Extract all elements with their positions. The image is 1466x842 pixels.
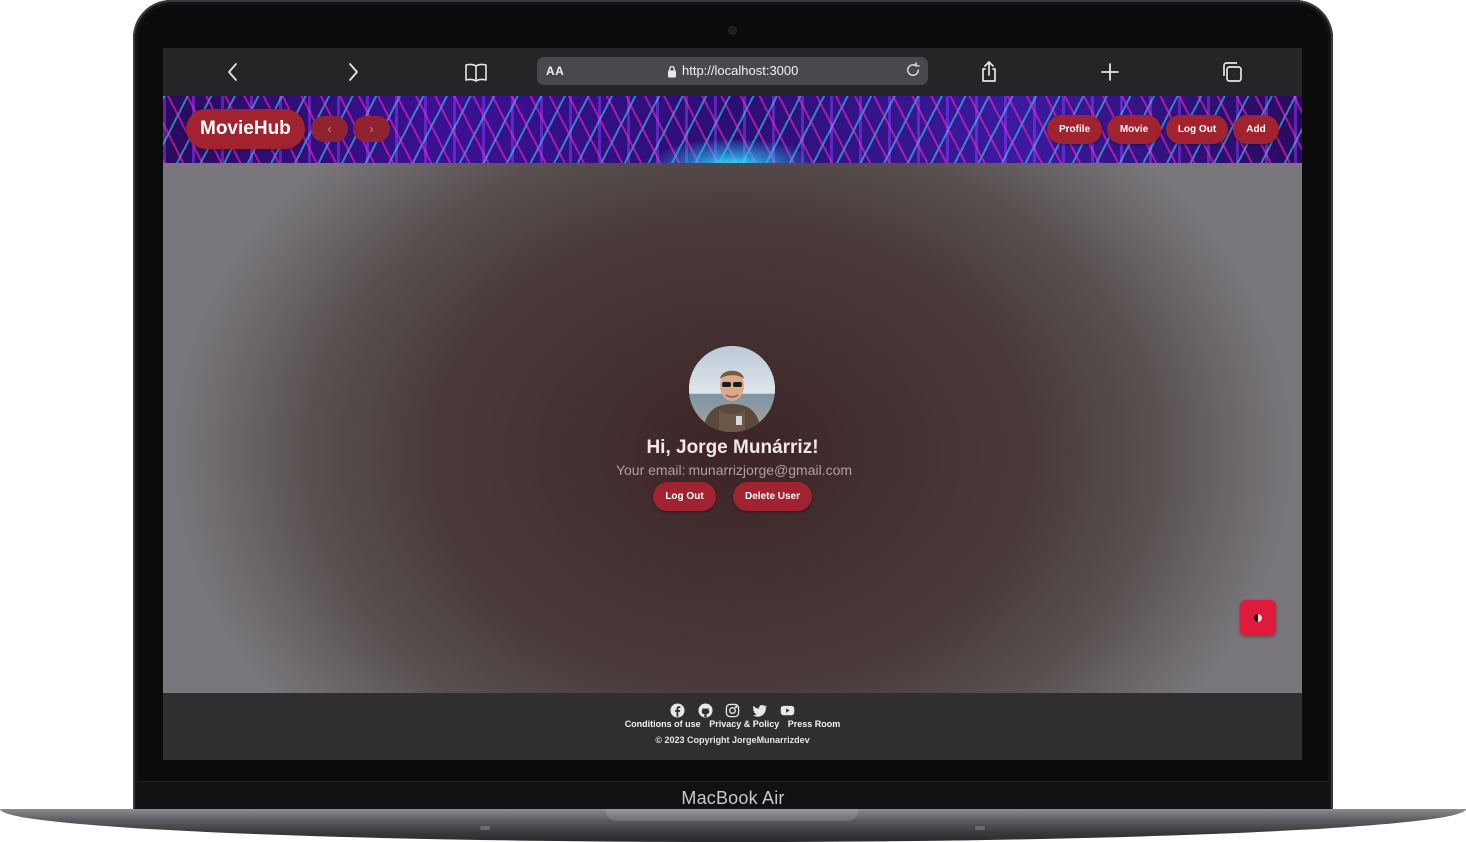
instagram-icon[interactable]	[725, 703, 740, 718]
new-tab-icon[interactable]	[1098, 60, 1122, 84]
footer-links: Conditions of use Privacy & Policy Press…	[163, 719, 1302, 729]
profile-email-line: Your email: munarrizjorge@gmail.com	[163, 462, 1302, 478]
youtube-icon[interactable]	[780, 703, 795, 718]
tabs-overview-icon[interactable]	[1220, 60, 1244, 84]
facebook-icon[interactable]	[670, 703, 685, 718]
camera-icon	[729, 27, 736, 34]
forward-icon[interactable]	[341, 60, 365, 84]
twitter-icon[interactable]	[752, 703, 768, 718]
share-icon[interactable]	[977, 60, 1001, 84]
email-label: Your email:	[615, 462, 686, 478]
browser-screen: AA http://localhost:3000 MovieHub ‹ › Pr…	[163, 48, 1302, 760]
reader-mode-button[interactable]: AA	[546, 64, 564, 78]
reload-icon[interactable]	[904, 61, 922, 79]
delete-user-button[interactable]: Delete User	[733, 482, 812, 511]
nav-add-button[interactable]: Add	[1233, 115, 1279, 144]
nav-profile-button[interactable]: Profile	[1047, 115, 1102, 144]
contrast-icon	[1254, 614, 1262, 622]
theme-toggle-button[interactable]	[1240, 600, 1276, 636]
conditions-link[interactable]: Conditions of use	[625, 719, 701, 729]
laptop-foot-right	[975, 826, 985, 830]
bookmarks-icon[interactable]	[464, 60, 488, 84]
logout-button[interactable]: Log Out	[653, 482, 716, 511]
url-text: http://localhost:3000	[682, 63, 799, 78]
press-room-link[interactable]: Press Room	[788, 719, 841, 729]
history-back-button[interactable]: ‹	[311, 116, 348, 142]
avatar	[689, 346, 775, 432]
profile-page: Hi, Jorge Munárriz! Your email: munarrizj…	[163, 163, 1302, 693]
laptop-foot-left	[480, 826, 490, 830]
address-bar[interactable]: AA http://localhost:3000	[537, 57, 928, 85]
github-icon[interactable]	[698, 703, 713, 718]
nav-logout-button[interactable]: Log Out	[1166, 115, 1228, 144]
back-icon[interactable]	[221, 60, 245, 84]
lock-icon	[668, 65, 676, 78]
email-value: munarrizjorge@gmail.com	[688, 462, 853, 478]
copyright-text: © 2023 Copyright JorgeMunarrizdev	[655, 735, 810, 745]
site-header: MovieHub ‹ › Profile Movie Log Out Add	[163, 96, 1302, 163]
laptop-notch	[606, 809, 858, 821]
device-label: MacBook Air	[681, 788, 785, 808]
nav-movie-button[interactable]: Movie	[1107, 115, 1161, 144]
history-forward-button[interactable]: ›	[353, 116, 390, 142]
site-footer: Conditions of use Privacy & Policy Press…	[163, 693, 1302, 760]
browser-toolbar: AA http://localhost:3000	[163, 48, 1302, 96]
laptop-chin: MacBook Air	[137, 781, 1329, 812]
privacy-link[interactable]: Privacy & Policy	[709, 719, 779, 729]
profile-greeting: Hi, Jorge Munárriz!	[646, 437, 819, 458]
brand-logo[interactable]: MovieHub	[186, 109, 305, 149]
social-links	[163, 702, 1302, 720]
